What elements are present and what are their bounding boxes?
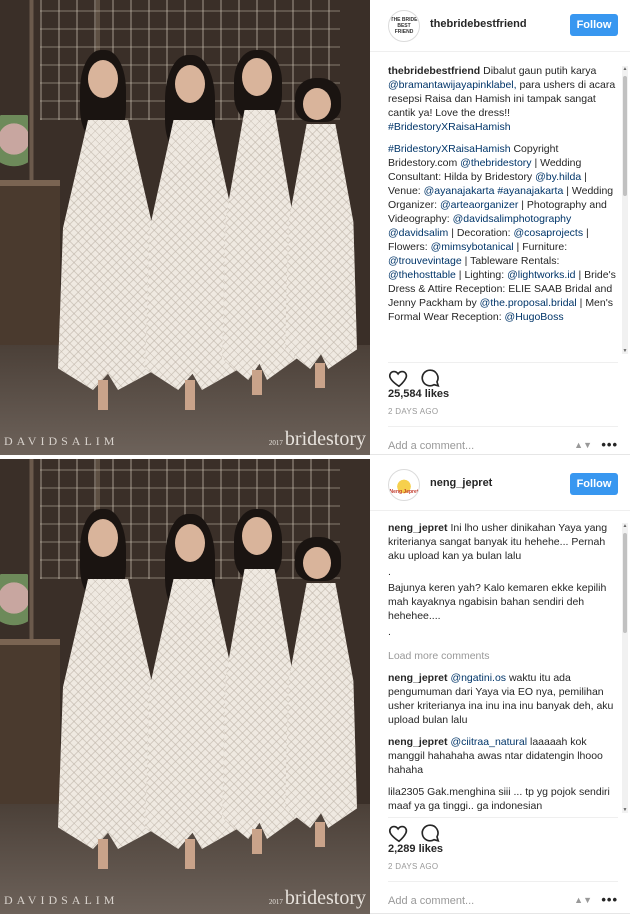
photo-flowers [0,574,28,634]
mention-link[interactable]: @ciitraa_natural [450,736,527,748]
mention-link[interactable]: @trouvevintage [388,255,462,267]
mention-link[interactable]: @the.proposal.bridal [480,297,577,309]
likes-count[interactable]: 25,584 likes [388,388,449,400]
photo-person [285,537,357,847]
mention-link[interactable]: @mimsybotanical [431,241,514,253]
post-header: Neng Jepret neng_jepret Follow [370,459,630,511]
add-comment-bar: Add a comment... ▲▼ ••• [388,426,618,456]
post-actions [388,817,618,843]
caption: thebridebestfriend Dibalut gaun putih ka… [388,64,618,134]
watermark-photographer: DAVIDSALIM [4,434,119,448]
mention-link[interactable]: @lightworks.id [507,269,575,281]
photo-person [58,509,158,869]
mention-link[interactable]: @by.hilda [535,171,581,183]
post-timestamp[interactable]: 2 DAYS AGO [388,862,438,871]
scroll-up-icon[interactable]: ▲ [622,66,628,72]
photo-person [58,50,158,410]
mention-link[interactable]: @davidsalim [388,227,448,239]
comments-list[interactable]: thebridebestfriend Dibalut gaun putih ka… [388,64,618,352]
post-photo[interactable]: DAVIDSALIM 2017 bridestory [0,0,370,455]
follow-button[interactable]: Follow [570,473,618,495]
watermark-brand: 2017 bridestory [268,428,366,450]
post-photo[interactable]: DAVIDSALIM 2017 bridestory [0,459,370,914]
username-link[interactable]: neng_jepret [430,477,492,489]
mention-link[interactable]: @ayanajakarta [424,185,495,197]
comments-scrollbar[interactable]: ▲ ▼ [622,523,628,813]
mention-link[interactable]: @bramantawijayapinklabel, [388,79,517,91]
comment-icon[interactable] [419,367,441,389]
post-timestamp[interactable]: 2 DAYS AGO [388,407,438,416]
comment: lila2305 Gak.menghina siii ... tp yg poj… [388,785,618,811]
comments-list[interactable]: neng_jepret Ini lho usher dinikahan Yaya… [388,521,618,811]
mention-link[interactable]: @davidsalimphotography [453,213,572,225]
post-sidebar: Neng Jepret neng_jepret Follow neng_jepr… [370,459,630,914]
comment-username[interactable]: neng_jepret [388,672,448,684]
follow-button[interactable]: Follow [570,14,618,36]
mention-link[interactable]: #BridestoryXRaisaHamish [388,143,511,155]
caption-line: . [388,566,391,578]
comment: neng_jepret @ngatini.os waktu itu ada pe… [388,671,618,727]
comment-username[interactable]: neng_jepret [388,522,448,534]
comment-username[interactable]: thebridebestfriend [388,65,480,77]
mention-link[interactable]: @arteaorganizer [440,199,518,211]
comment-username[interactable]: lila2305 [388,786,424,798]
scroll-down-icon[interactable]: ▼ [622,807,628,813]
caption-line: . [388,626,391,638]
mention-link[interactable]: @HugoBoss [505,311,564,323]
mention-link[interactable]: @thebridestory [460,157,531,169]
more-options-icon[interactable]: ••• [601,892,618,907]
mention-link[interactable]: @thehosttable [388,269,456,281]
scroll-thumb[interactable] [623,533,627,633]
photo-person [285,78,357,388]
heart-icon[interactable] [388,367,410,389]
more-options-icon[interactable]: ••• [601,437,618,452]
username-link[interactable]: thebridebestfriend [430,18,527,30]
likes-count[interactable]: 2,289 likes [388,843,443,855]
add-comment-input[interactable]: Add a comment... [388,440,474,452]
caption: neng_jepret Ini lho usher dinikahan Yaya… [388,521,618,563]
caption-line: Bajunya keren yah? Kalo kemaren ekke kep… [388,582,607,622]
heart-icon[interactable] [388,822,410,844]
mention-link[interactable]: #BridestoryXRaisaHamish [388,121,511,133]
comment-icon[interactable] [419,822,441,844]
mention-link[interactable]: @ngatini.os [450,672,506,684]
post-actions [388,362,618,388]
resize-icon[interactable]: ▲▼ [574,440,592,450]
post-2: DAVIDSALIM 2017 bridestory Neng Jepret ne… [0,459,630,914]
comment: neng_jepret @ciitraa_natural laaaaah kok… [388,735,618,777]
mention-link[interactable]: @cosaprojects [513,227,583,239]
add-comment-input[interactable]: Add a comment... [388,895,474,907]
photo-flowers [0,115,28,175]
comment-text: #BridestoryXRaisaHamish Copyright Brides… [388,143,616,323]
avatar[interactable]: THE BRIDE BEST FRIEND [388,10,420,42]
caption-credits: #BridestoryXRaisaHamish Copyright Brides… [388,142,618,324]
post-header: THE BRIDE BEST FRIEND thebridebestfriend… [370,0,630,52]
comments-scrollbar[interactable]: ▲ ▼ [622,66,628,354]
watermark-photographer: DAVIDSALIM [4,893,119,907]
post-sidebar: THE BRIDE BEST FRIEND thebridebestfriend… [370,0,630,455]
comment-username[interactable]: neng_jepret [388,736,448,748]
load-more-comments-link[interactable]: Load more comments [388,649,618,663]
scroll-up-icon[interactable]: ▲ [622,523,628,529]
mention-link[interactable]: #ayanajakarta [497,185,563,197]
avatar[interactable]: Neng Jepret [388,469,420,501]
scroll-thumb[interactable] [623,76,627,196]
post-1: DAVIDSALIM 2017 bridestory THE BRIDE BEST… [0,0,630,455]
scroll-down-icon[interactable]: ▼ [622,348,628,354]
watermark-brand: 2017 bridestory [268,887,366,909]
add-comment-bar: Add a comment... ▲▼ ••• [388,881,618,911]
resize-icon[interactable]: ▲▼ [574,895,592,905]
